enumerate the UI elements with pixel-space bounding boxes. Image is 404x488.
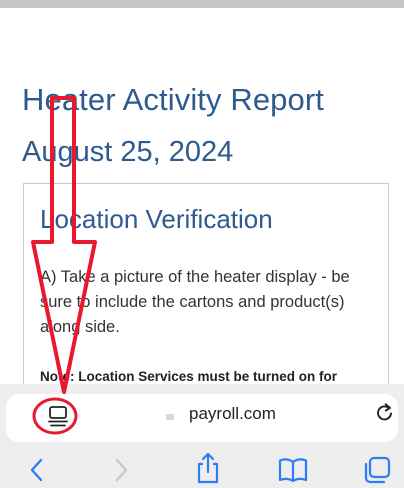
book-icon[interactable]: [277, 456, 309, 484]
page-title: Heater Activity Report: [22, 82, 324, 117]
photo-instruction: A) Take a picture of the heater display …: [40, 268, 350, 336]
card-heading: Location Verification: [40, 204, 273, 234]
report-date: August 25, 2024: [22, 136, 234, 168]
url-placeholder-glyph: [166, 414, 174, 420]
top-divider: [0, 0, 404, 8]
location-verification-card: Location Verification A) Take a picture …: [23, 183, 389, 403]
tabs-icon[interactable]: [362, 455, 392, 485]
chevron-right-icon[interactable]: [110, 456, 132, 484]
reload-icon[interactable]: [374, 400, 396, 424]
chevron-left-icon[interactable]: [26, 456, 48, 484]
tab-view-icon[interactable]: [42, 402, 74, 430]
share-icon[interactable]: [194, 451, 222, 485]
location-services-note: Note: Location Services must be turned o…: [40, 369, 338, 384]
url-text[interactable]: payroll.com: [189, 404, 276, 424]
